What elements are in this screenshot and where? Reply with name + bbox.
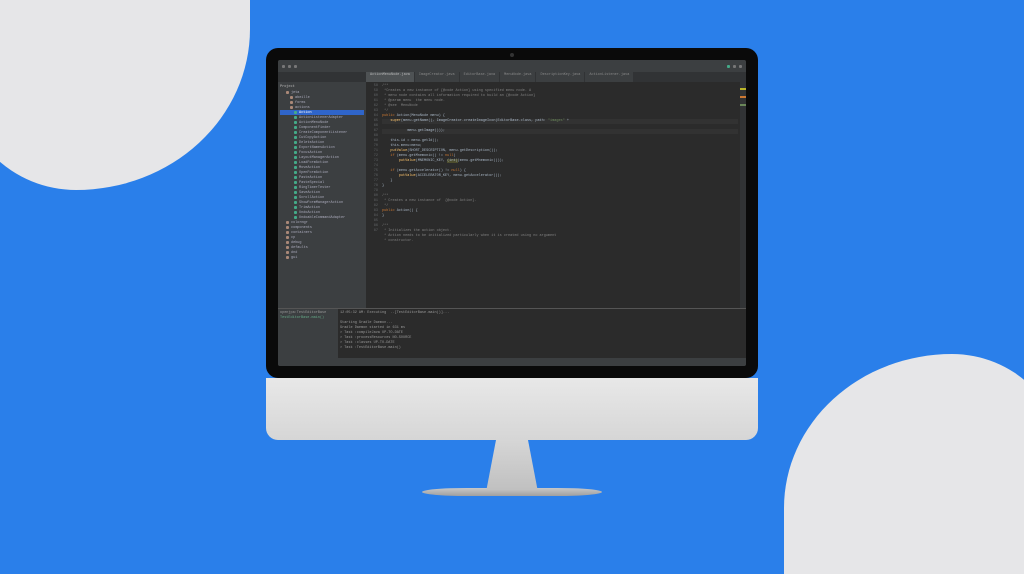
file-icon xyxy=(294,206,297,209)
file-icon xyxy=(294,191,297,194)
file-icon xyxy=(294,161,297,164)
project-tree[interactable]: Project jeta abeilleformsactions ActionA… xyxy=(278,82,366,308)
ide-window: ActionMenuNode.javaImageCreator.javaEdit… xyxy=(278,60,746,366)
editor-tab[interactable]: DescriptionKey.java xyxy=(536,72,584,82)
file-icon xyxy=(294,111,297,114)
folder-icon xyxy=(286,91,289,94)
file-icon xyxy=(294,201,297,204)
folder-icon xyxy=(286,226,289,229)
toolbar-icon[interactable] xyxy=(282,65,285,68)
stop-icon[interactable] xyxy=(739,65,742,68)
run-config-main[interactable]: TestEditorBase.main() xyxy=(280,316,336,320)
folder-icon xyxy=(286,231,289,234)
background-wave-bottom-right xyxy=(784,354,1024,574)
file-icon xyxy=(294,186,297,189)
file-icon xyxy=(294,146,297,149)
folder-icon xyxy=(286,221,289,224)
folder-icon xyxy=(290,96,293,99)
line-number-gutter: 5859606162636465666768697071727374757677… xyxy=(366,82,380,308)
ide-toolbar[interactable] xyxy=(278,60,746,72)
file-icon xyxy=(294,136,297,139)
editor-tab[interactable]: EditorBase.java xyxy=(460,72,500,82)
file-icon xyxy=(294,216,297,219)
editor-tab[interactable]: ActionMenuNode.java xyxy=(366,72,414,82)
file-icon xyxy=(294,116,297,119)
monitor-bezel: ActionMenuNode.javaImageCreator.javaEdit… xyxy=(266,48,758,378)
background-wave-top-left xyxy=(0,0,250,190)
file-icon xyxy=(294,151,297,154)
folder-icon xyxy=(286,236,289,239)
monitor-chin xyxy=(266,378,758,440)
folder-icon xyxy=(290,106,293,109)
run-console[interactable]: openjpa:TestEditorBase TestEditorBase.ma… xyxy=(278,308,746,358)
toolbar-icon[interactable] xyxy=(288,65,291,68)
file-icon xyxy=(294,181,297,184)
file-icon xyxy=(294,156,297,159)
console-sidebar: openjpa:TestEditorBase TestEditorBase.ma… xyxy=(278,309,338,358)
console-output[interactable]: 12:05:32 AM: Executing ..[TestEditorBase… xyxy=(338,309,746,358)
editor-tab[interactable]: ActionListener.java xyxy=(585,72,633,82)
project-tree-header: Project xyxy=(280,85,364,89)
status-bar xyxy=(278,358,746,366)
code-editor[interactable]: 5859606162636465666768697071727374757677… xyxy=(366,82,746,308)
minimap-scrollbar[interactable] xyxy=(740,82,746,308)
debug-icon[interactable] xyxy=(733,65,736,68)
file-icon xyxy=(294,141,297,144)
run-config-label: openjpa:TestEditorBase xyxy=(280,311,336,315)
file-icon xyxy=(294,131,297,134)
code-area[interactable]: /** *Creates a new instance of {@code Ac… xyxy=(380,82,740,308)
folder-icon xyxy=(286,256,289,259)
toolbar-icon[interactable] xyxy=(294,65,297,68)
folder-icon xyxy=(286,246,289,249)
file-icon xyxy=(294,176,297,179)
editor-tabs: ActionMenuNode.javaImageCreator.javaEdit… xyxy=(278,72,746,82)
file-icon xyxy=(294,211,297,214)
file-icon xyxy=(294,121,297,124)
camera-dot-icon xyxy=(510,53,514,57)
folder-icon xyxy=(286,251,289,254)
folder-icon xyxy=(286,241,289,244)
file-icon xyxy=(294,171,297,174)
imac-mockup: ActionMenuNode.javaImageCreator.javaEdit… xyxy=(266,48,758,496)
file-icon xyxy=(294,166,297,169)
folder-icon xyxy=(290,101,293,104)
file-icon xyxy=(294,196,297,199)
file-icon xyxy=(294,126,297,129)
monitor-stand-neck xyxy=(472,440,552,490)
run-icon[interactable] xyxy=(727,65,730,68)
tree-folder[interactable]: gui xyxy=(280,255,364,260)
editor-tab[interactable]: ImageCreator.java xyxy=(415,72,459,82)
editor-tab[interactable]: MenuNode.java xyxy=(500,72,535,82)
